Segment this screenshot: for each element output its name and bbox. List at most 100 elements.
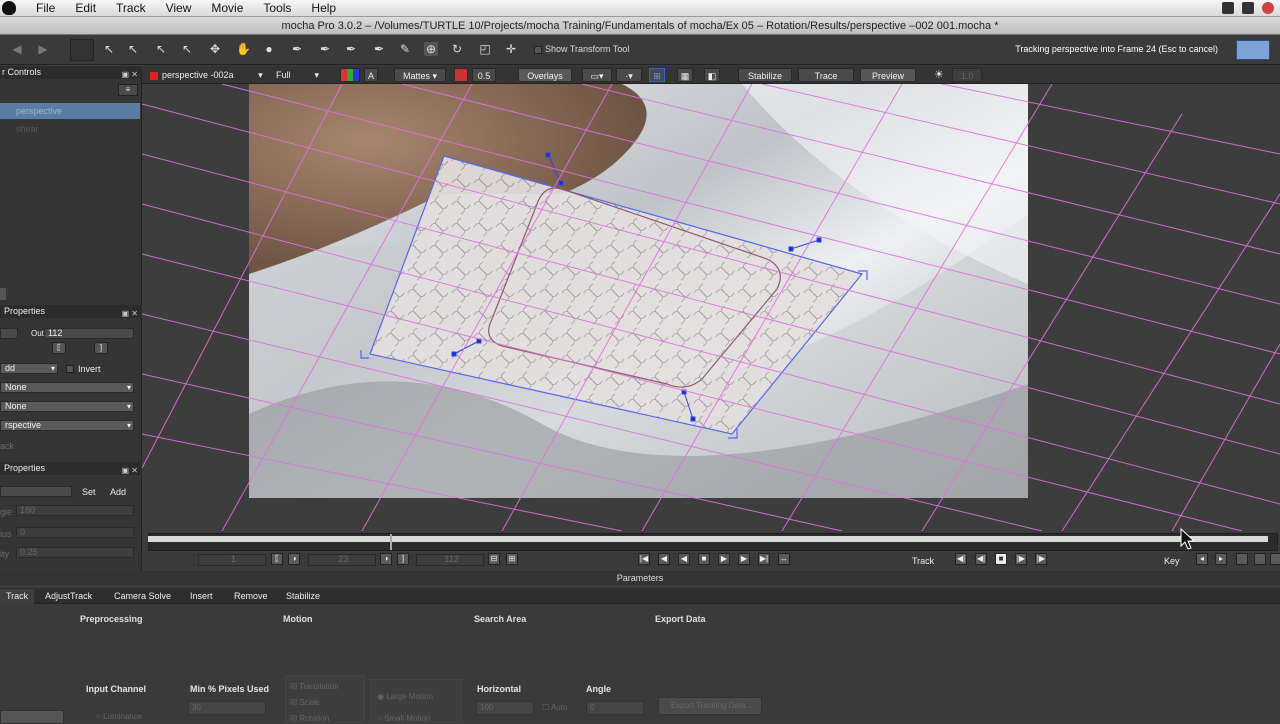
tab-adjusttrack[interactable]: AdjustTrack [39,589,98,604]
menu-tools[interactable]: Tools [253,1,301,15]
rotation-checkbox[interactable]: ☒ Rotation [290,714,329,723]
play-backward-icon[interactable]: ◀ [678,553,690,565]
insert-preview-icon[interactable]: ◧ [704,68,720,82]
menu-movie[interactable]: Movie [201,1,253,15]
apple-icon[interactable] [2,1,16,15]
matte-color-icon[interactable] [454,68,468,82]
rotate-icon[interactable]: ↻ [450,42,464,56]
current-frame-field[interactable]: 23 [308,554,376,566]
zoom-value-field[interactable]: 1.0 [952,68,982,82]
layer-item-perspective[interactable]: perspective [0,103,140,119]
add-button[interactable]: Add [110,487,126,497]
add-key-icon[interactable] [1236,553,1248,565]
prev-key-icon[interactable]: ◂ [1196,553,1208,565]
panel-controls-icon[interactable]: ▣ ✕ [122,307,138,320]
stop-icon[interactable]: ■ [698,553,710,565]
undo-icon[interactable]: ◀ [10,42,24,56]
matte-dropdown-2[interactable]: None [0,401,134,412]
alpha-channel-button[interactable]: A [364,68,378,82]
angle-param-field[interactable]: 0 [586,701,644,715]
tab-camera-solve[interactable]: Camera Solve [108,589,177,604]
select-e-icon[interactable]: ↖ [154,42,168,56]
add-point-b-icon[interactable]: ✒ [318,42,332,56]
add-bezier-icon[interactable]: ✒ [372,42,386,56]
reset-in-point-icon[interactable]: ◑ [288,553,300,565]
zoom-icon[interactable]: ● [262,42,276,56]
track-backward-icon[interactable]: ◀| [955,553,967,565]
menu-track[interactable]: Track [106,1,156,15]
min-pixels-field[interactable]: 30 [188,701,266,715]
zoom-reset-icon[interactable]: ⊞ [506,553,518,565]
rgb-channel-button[interactable] [340,68,360,82]
go-to-end-icon[interactable]: ▶| [758,553,770,565]
horizontal-field[interactable]: 100 [476,701,534,715]
track-step-forward-icon[interactable]: |▶ [1015,553,1027,565]
overlays-button[interactable]: Overlays [518,68,572,82]
delete-key-icon[interactable] [1254,553,1266,565]
timeline[interactable] [142,531,1280,553]
resolution-dropdown[interactable]: Full ▾ [276,69,319,81]
loop-icon[interactable]: ↔ [778,553,790,565]
in-frame-field[interactable]: 1 [198,554,266,566]
layer-item-shear[interactable]: shear [0,121,140,137]
stabilize-button[interactable]: Stabilize [738,68,792,82]
auto-checkbox[interactable]: ☐ Auto [542,703,567,712]
menu-help[interactable]: Help [301,1,346,15]
large-motion-radio[interactable]: ◉ Large Motion [377,692,433,701]
step-back-icon[interactable]: ◀ [658,553,670,565]
track-forward-icon[interactable]: |▶ [1035,553,1047,565]
matte-dropdown-1[interactable]: None [0,382,134,393]
select-b-icon[interactable]: ↖ [102,42,116,56]
status-icon[interactable] [1222,2,1234,14]
show-transform-tool[interactable]: Show Transform Tool [534,44,629,54]
width-field[interactable]: 0 [16,527,134,538]
scale-icon[interactable]: ◰ [478,42,492,56]
lock-icon[interactable]: ⊕ [424,42,438,56]
blend-dropdown[interactable]: dd [0,363,58,374]
in-point-icon[interactable]: ⟦ [52,342,66,354]
small-motion-radio[interactable]: ○ Small Motion [377,714,430,723]
next-key-icon[interactable]: ▸ [1215,553,1227,565]
track-stop-icon[interactable]: ■ [995,553,1007,565]
set-in-point-icon[interactable]: ⟦ [271,553,283,565]
show-transform-checkbox[interactable] [534,45,542,54]
move-icon[interactable]: ✛ [504,42,518,56]
invert-checkbox[interactable] [66,365,74,373]
trace-button[interactable]: Trace [798,68,854,82]
menu-edit[interactable]: Edit [65,1,106,15]
set-out-point-icon[interactable]: ] [397,553,409,565]
overlay-options-icon[interactable]: ▭▾ [582,68,612,82]
track-step-back-icon[interactable]: ◀| [975,553,987,565]
set-button[interactable]: Set [82,487,96,497]
surface-icon[interactable]: ⊞ [649,68,665,82]
tab-remove[interactable]: Remove [228,589,274,604]
play-forward-icon[interactable]: ▶ [718,553,730,565]
volume-icon[interactable] [1242,2,1254,14]
export-tracking-data-button[interactable]: Export Tracking Data... [658,697,762,715]
edge-width-field[interactable] [0,486,72,497]
panel-controls-icon[interactable]: ▣ ✕ [122,464,138,477]
out-field[interactable]: 112 [44,328,134,339]
layer-selector[interactable]: perspective -002a ▾ [150,69,263,81]
tab-track[interactable]: Track [0,589,35,604]
panel-controls-icon[interactable]: ▣ ✕ [122,68,138,81]
viewer-canvas[interactable] [142,84,1280,531]
mattes-button[interactable]: Mattes ▾ [394,68,446,82]
preview-button[interactable]: Preview [860,68,916,82]
layer-swatch[interactable] [70,39,94,61]
opacity-field[interactable]: 0.25 [16,547,134,558]
point-options-icon[interactable]: ·▾ [616,68,642,82]
grid-icon[interactable]: ▦ [677,68,693,82]
zoom-timeline-icon[interactable]: ⊟ [488,553,500,565]
layer-menu-icon[interactable]: ≡ [118,84,138,96]
step-forward-icon[interactable]: ▶ [738,553,750,565]
redo-icon[interactable]: ▶ [36,42,50,56]
delete-all-keys-icon[interactable] [1270,553,1280,565]
select-a-icon[interactable]: ↖ [180,42,194,56]
pick-icon[interactable]: ✥ [208,42,222,56]
hand-icon[interactable]: ✋ [236,42,251,56]
go-to-start-icon[interactable]: |◀ [638,553,650,565]
add-x-spline-icon[interactable]: ✒ [344,42,358,56]
out-point-icon[interactable]: ] [94,342,108,354]
tab-insert[interactable]: Insert [184,589,219,604]
